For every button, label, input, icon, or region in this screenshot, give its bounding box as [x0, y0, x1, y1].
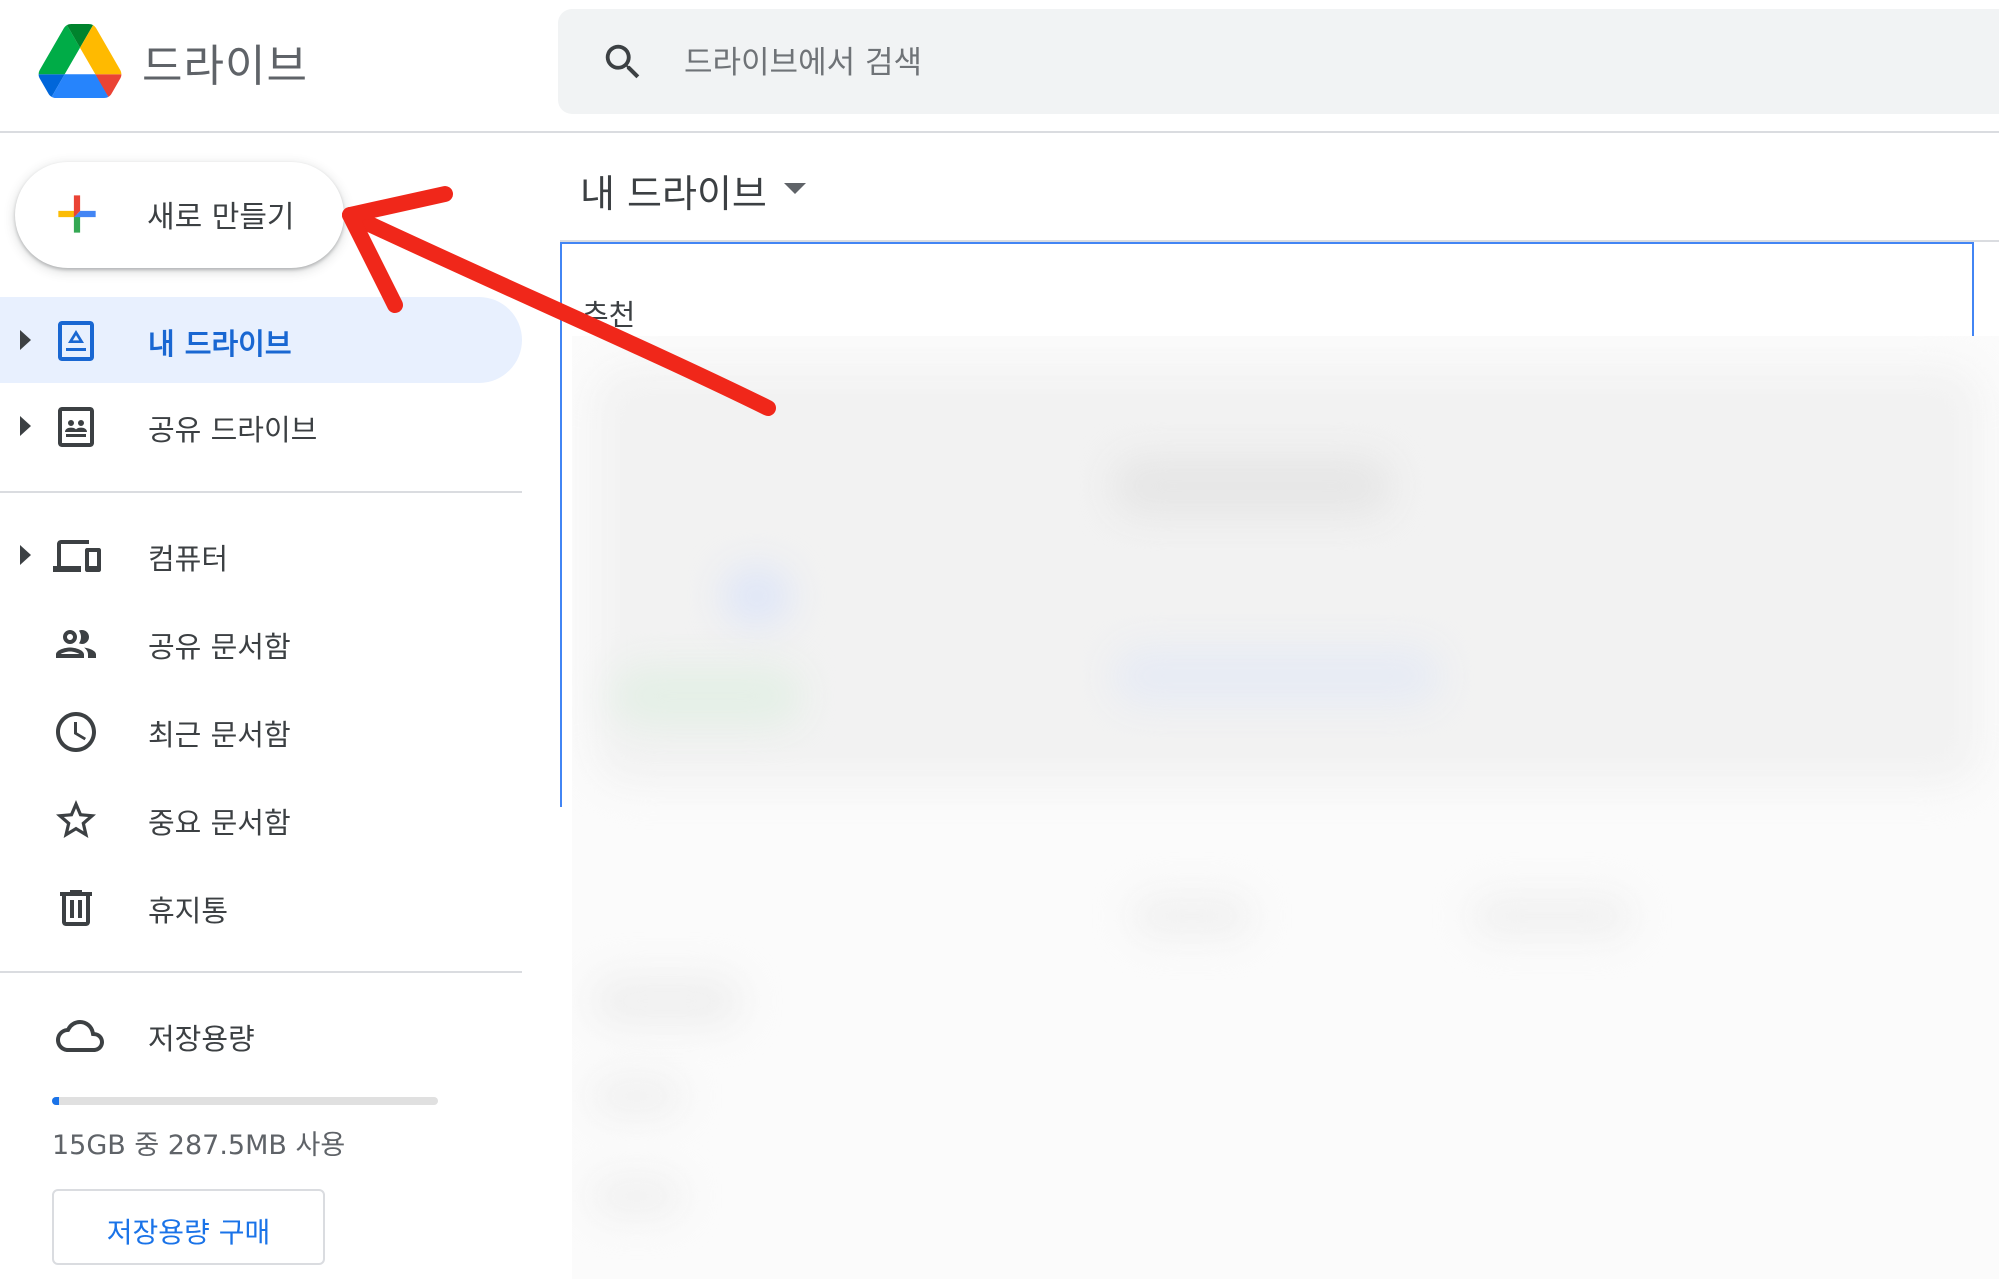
sidebar-item-label: 휴지통 — [148, 894, 229, 928]
blurred-file-icon — [612, 666, 802, 726]
storage-progress-fill — [52, 1097, 60, 1105]
sidebar-item-computers[interactable]: 컴퓨터 — [0, 512, 522, 598]
expand-arrow-icon[interactable] — [20, 330, 31, 350]
sidebar-item-label: 공유 문서함 — [148, 630, 291, 664]
computers-icon — [53, 540, 101, 572]
buy-storage-label: 저장용량 구매 — [106, 1216, 271, 1249]
search-icon[interactable] — [600, 39, 646, 85]
sidebar-item-starred[interactable]: 중요 문서함 — [0, 776, 522, 862]
sidebar-item-label: 최근 문서함 — [148, 718, 291, 752]
recent-icon — [56, 712, 96, 752]
shared-drives-icon — [58, 407, 94, 447]
sidebar-item-shared-with-me[interactable]: 공유 문서함 — [0, 600, 522, 686]
sidebar-item-trash[interactable]: 휴지통 — [0, 864, 522, 950]
blurred-text — [592, 1076, 682, 1116]
blurred-file-area — [572, 336, 1999, 1279]
sidebar-item-label: 공유 드라이브 — [148, 413, 318, 447]
blurred-text — [592, 1176, 682, 1216]
sidebar-item-label: 내 드라이브 — [148, 327, 292, 361]
expand-arrow-icon[interactable] — [20, 416, 31, 436]
trash-icon — [60, 890, 92, 926]
starred-icon — [56, 800, 96, 838]
blurred-card — [592, 366, 1982, 786]
sidebar-divider — [0, 491, 522, 493]
blurred-text — [1112, 456, 1392, 516]
plus-icon — [58, 195, 96, 233]
new-button-label: 새로 만들기 — [147, 200, 295, 235]
app-title[interactable]: 드라이브 — [142, 30, 308, 94]
cloud-icon — [56, 1020, 104, 1052]
storage-usage-text: 15GB 중 287.5MB 사용 — [52, 1130, 346, 1161]
buy-storage-button[interactable]: 저장용량 구매 — [52, 1189, 325, 1265]
blurred-text — [592, 976, 742, 1026]
blurred-text — [1472, 896, 1632, 936]
storage-progress-bar — [52, 1097, 438, 1105]
sidebar-item-recent[interactable]: 최근 문서함 — [0, 688, 522, 774]
annotation-arrow — [342, 186, 776, 416]
blurred-file-icon — [1112, 646, 1442, 706]
sidebar-divider — [0, 971, 522, 973]
sidebar-item-label: 중요 문서함 — [148, 806, 291, 840]
shared-with-me-icon — [56, 630, 96, 658]
sidebar-item-label: 저장용량 — [148, 1022, 255, 1056]
search-bar[interactable] — [558, 9, 1999, 114]
sidebar-item-label: 컴퓨터 — [148, 542, 229, 576]
new-button[interactable]: 새로 만들기 — [15, 162, 344, 268]
blurred-file-icon — [722, 566, 792, 626]
blurred-text — [1132, 896, 1252, 936]
my-drive-icon — [58, 321, 94, 361]
sidebar-item-storage[interactable]: 저장용량 — [0, 992, 522, 1078]
expand-arrow-icon[interactable] — [20, 545, 31, 565]
top-bar: 드라이브 — [0, 0, 1999, 133]
google-drive-logo[interactable] — [38, 24, 122, 98]
search-input[interactable] — [682, 35, 1886, 91]
